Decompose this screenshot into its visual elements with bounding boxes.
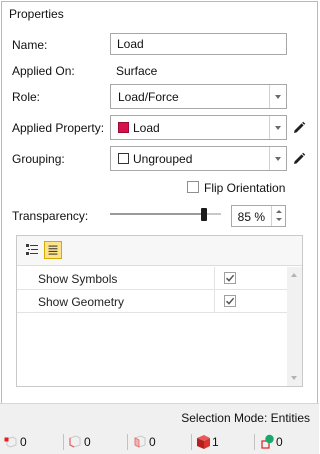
vertex-count-value: 0: [20, 435, 27, 449]
applied-on-value: Surface: [116, 64, 158, 78]
count-divider: [127, 434, 128, 450]
applied-property-display: Load: [118, 121, 160, 135]
transparency-value: 85 %: [237, 210, 265, 224]
count-divider: [254, 434, 255, 450]
grouping-label: Grouping:: [12, 152, 65, 166]
name-input[interactable]: [110, 33, 287, 55]
transparency-spinbox[interactable]: 85 %: [231, 205, 286, 227]
show-symbols-label: Show Symbols: [38, 272, 118, 286]
spin-up-icon[interactable]: [276, 210, 282, 213]
grouping-dropdown-button[interactable]: [269, 147, 286, 170]
applied-property-value: Load: [133, 121, 160, 135]
flip-orientation-checkbox[interactable]: [187, 181, 199, 193]
grid-toolbar: [17, 236, 302, 266]
applied-property-dropdown-button[interactable]: [269, 116, 286, 139]
checkmark-icon: [225, 274, 235, 282]
property-color-swatch: [118, 122, 129, 133]
alphabetical-icon[interactable]: [44, 241, 62, 259]
role-label: Role:: [12, 90, 41, 104]
grid-row-show-geometry[interactable]: Show Geometry: [17, 290, 287, 313]
solid-selection-icon: [197, 435, 210, 449]
node-selection-icon: [261, 434, 274, 449]
categorized-icon[interactable]: [23, 241, 41, 259]
cell-divider: [214, 267, 215, 289]
count-divider: [63, 434, 64, 450]
name-label: Name:: [12, 38, 48, 52]
flip-orientation-label: Flip Orientation: [204, 181, 286, 195]
selection-counts: 0 0 0 1 0: [0, 432, 319, 452]
count-divider: [191, 434, 192, 450]
applied-property-label: Applied Property:: [12, 121, 105, 135]
applied-property-dropdown[interactable]: Load: [110, 115, 287, 140]
display-options-grid: Show Symbols Show Geometry: [16, 235, 303, 387]
properties-panel: Properties Name: Applied On: Surface Rol…: [0, 0, 319, 454]
grouping-dropdown[interactable]: Ungrouped: [110, 146, 287, 171]
face-selection-icon: [134, 435, 146, 448]
node-count-value: 0: [276, 435, 283, 449]
cell-divider: [214, 290, 215, 312]
edge-count-value: 0: [84, 435, 91, 449]
grid-row-show-symbols[interactable]: Show Symbols: [17, 267, 287, 290]
edge-selection-icon: [69, 435, 81, 448]
role-dropdown[interactable]: Load/Force: [110, 84, 287, 109]
chevron-down-icon: [275, 126, 281, 130]
spin-down-icon[interactable]: [276, 218, 282, 221]
scroll-up-icon[interactable]: [291, 273, 297, 277]
grid-vertical-scrollbar[interactable]: [287, 267, 302, 386]
transparency-slider-fill: [110, 213, 205, 215]
grouping-value: Ungrouped: [133, 152, 193, 166]
vertex-selection-icon: [4, 436, 17, 448]
selection-mode-text: Selection Mode: Entities: [181, 411, 310, 425]
role-value: Load/Force: [118, 90, 179, 104]
checkmark-icon: [225, 297, 235, 305]
show-symbols-checkbox[interactable]: [224, 272, 236, 284]
transparency-label: Transparency:: [12, 209, 89, 223]
role-dropdown-button[interactable]: [269, 85, 286, 108]
status-bar: Selection Mode: Entities 0 0 0 1 0: [0, 403, 319, 454]
panel-title: Properties: [9, 7, 64, 21]
edit-grouping-pencil-icon[interactable]: [292, 152, 306, 166]
chevron-down-icon: [275, 157, 281, 161]
transparency-spin-buttons[interactable]: [271, 206, 285, 226]
chevron-down-icon: [275, 95, 281, 99]
scroll-down-icon[interactable]: [291, 376, 297, 380]
show-geometry-checkbox[interactable]: [224, 295, 236, 307]
grouping-display: Ungrouped: [118, 152, 192, 166]
face-count-value: 0: [149, 435, 156, 449]
show-geometry-label: Show Geometry: [38, 295, 125, 309]
group-color-swatch: [118, 153, 129, 164]
solid-count-value: 1: [212, 435, 219, 449]
applied-on-label: Applied On:: [12, 64, 75, 78]
edit-property-pencil-icon[interactable]: [292, 121, 306, 135]
transparency-slider-thumb[interactable]: [201, 208, 208, 221]
